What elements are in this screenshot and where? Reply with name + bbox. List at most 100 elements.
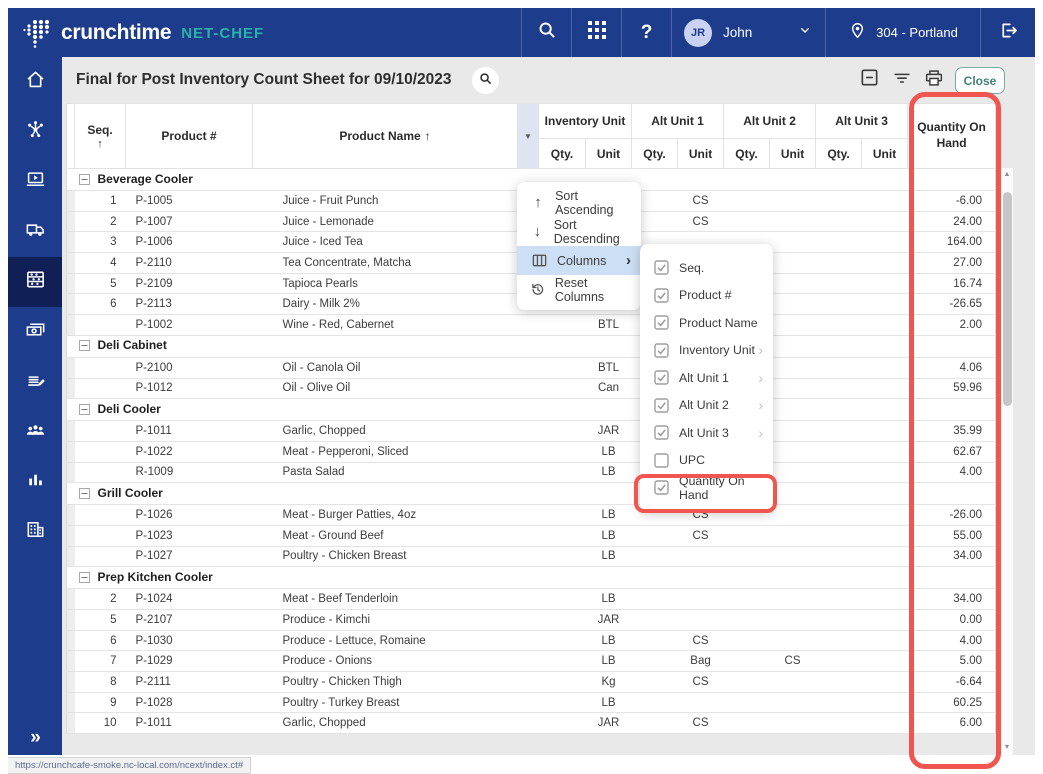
table-row[interactable]: R-1009Pasta SaladLB4.00 — [67, 462, 996, 483]
sidebar-item-cash-management[interactable] — [8, 307, 62, 357]
submenu-item-alt-unit-2[interactable]: Alt Unit 2› — [640, 392, 773, 420]
location-selector[interactable]: 304 - Portland — [825, 8, 980, 57]
subheader-alt1-qty[interactable]: Qty. — [632, 139, 678, 169]
group-row[interactable]: Deli Cabinet — [67, 335, 996, 357]
checkbox-unchecked-icon[interactable] — [654, 453, 669, 468]
collapse-group-icon[interactable] — [79, 572, 90, 586]
collapse-group-icon[interactable] — [79, 340, 90, 354]
menu-item-columns[interactable]: Columns› — [517, 246, 641, 275]
checkbox-checked-icon[interactable] — [654, 288, 669, 303]
print-button[interactable] — [922, 68, 946, 92]
column-header-quantity-on-hand[interactable]: Quantity On Hand — [908, 104, 996, 169]
table-row[interactable]: P-1026Meat - Burger Patties, 4ozLBCS-26.… — [67, 505, 996, 526]
checkbox-checked-icon[interactable] — [654, 480, 669, 495]
subheader-alt3-unit[interactable]: Unit — [862, 139, 908, 169]
apps-grid-icon — [587, 20, 607, 45]
table-row[interactable]: 5P-2107Produce - KimchiJAR0.00 — [67, 610, 996, 631]
checkbox-checked-icon[interactable] — [654, 260, 669, 275]
column-header-alt-unit-3[interactable]: Alt Unit 3 — [816, 104, 908, 139]
menu-item-reset-columns[interactable]: Reset Columns — [517, 275, 641, 304]
group-row[interactable]: Grill Cooler — [67, 483, 996, 505]
subheader-alt2-qty[interactable]: Qty. — [724, 139, 770, 169]
inv-qty-cell — [539, 651, 586, 672]
submenu-item-seq[interactable]: Seq. — [640, 254, 773, 282]
product-name-cell: Juice - Iced Tea — [253, 232, 518, 253]
table-row[interactable]: 9P-1028Poultry - Turkey BreastLB60.25 — [67, 692, 996, 713]
sidebar-item-food-menu[interactable] — [8, 357, 62, 407]
user-menu[interactable]: JR John — [671, 8, 825, 57]
table-row[interactable]: 6P-1030Produce - Lettuce, RomaineLBCS4.0… — [67, 630, 996, 651]
vertical-scrollbar[interactable]: ▲ ▾ — [999, 168, 1013, 756]
submenu-item-upc[interactable]: UPC — [640, 447, 773, 475]
checkbox-checked-icon[interactable] — [654, 315, 669, 330]
scroll-down-icon[interactable]: ▾ — [1000, 742, 1014, 751]
sidebar-item-e-learning[interactable] — [8, 157, 62, 207]
column-header-alt-unit-1[interactable]: Alt Unit 1 — [632, 104, 724, 139]
qoh-cell: 27.00 — [908, 253, 996, 274]
collapse-group-icon[interactable] — [79, 174, 90, 188]
close-button[interactable]: Close — [955, 67, 1005, 94]
table-row[interactable]: P-1027Poultry - Chicken BreastLB34.00 — [67, 546, 996, 567]
submenu-item-quantity-on-hand[interactable]: Quantity On Hand — [640, 474, 773, 502]
apps-grid-button[interactable] — [571, 8, 621, 57]
table-row[interactable]: P-1023Meat - Ground BeefLBCS55.00 — [67, 525, 996, 546]
checkbox-checked-icon[interactable] — [654, 398, 669, 413]
collapse-group-icon[interactable] — [79, 488, 90, 502]
filter-button[interactable] — [890, 68, 914, 92]
column-header-alt-unit-2[interactable]: Alt Unit 2 — [724, 104, 816, 139]
global-search-button[interactable] — [521, 8, 571, 57]
sidebar-item-reports-chart[interactable] — [8, 457, 62, 507]
checkbox-checked-icon[interactable] — [654, 425, 669, 440]
column-header-seq[interactable]: Seq. ↑ — [75, 104, 126, 169]
top-navigation-bar: crunchtime NET-CHEF ? JR John — [8, 8, 1035, 57]
table-row[interactable]: P-1022Meat - Pepperoni, SlicedLB62.67 — [67, 441, 996, 462]
table-row[interactable]: 10P-1011Garlic, ChoppedJARCS6.00 — [67, 713, 996, 734]
column-header-inventory-unit[interactable]: Inventory Unit — [539, 104, 632, 139]
table-row[interactable]: P-1011Garlic, ChoppedJAR35.99 — [67, 421, 996, 442]
submenu-item-inventory-unit[interactable]: Inventory Unit› — [640, 337, 773, 365]
sidebar-expand-button[interactable]: » — [8, 727, 62, 749]
sheet-search-button[interactable] — [472, 67, 499, 94]
alt2-unit-cell — [770, 232, 816, 253]
group-row[interactable]: Deli Cooler — [67, 399, 996, 421]
product-name-cell: Meat - Ground Beef — [253, 525, 518, 546]
table-row[interactable]: 2P-1024Meat - Beef TenderloinLB34.00 — [67, 589, 996, 610]
sidebar-item-home[interactable] — [8, 57, 62, 107]
help-button[interactable]: ? — [621, 8, 671, 57]
submenu-item-alt-unit-1[interactable]: Alt Unit 1› — [640, 364, 773, 392]
subheader-inv-qty[interactable]: Qty. — [539, 139, 586, 169]
submenu-item-alt-unit-3[interactable]: Alt Unit 3› — [640, 419, 773, 447]
subheader-alt1-unit[interactable]: Unit — [678, 139, 724, 169]
table-row[interactable]: P-1012Oil - Olive OilCan59.96 — [67, 378, 996, 399]
submenu-item-product[interactable]: Product # — [640, 282, 773, 310]
alt1-qty-cell — [632, 630, 678, 651]
cash-management-icon — [24, 318, 47, 346]
table-row[interactable]: P-1002Wine - Red, CabernetBTL2.00 — [67, 315, 996, 336]
column-header-product-number[interactable]: Product # — [126, 104, 253, 169]
sidebar-item-workflow-hub[interactable] — [8, 107, 62, 157]
sidebar-item-company-building[interactable] — [8, 507, 62, 557]
scroll-up-icon[interactable]: ▲ — [1000, 171, 1014, 178]
group-row[interactable]: Prep Kitchen Cooler — [67, 567, 996, 589]
collapse-group-icon[interactable] — [79, 404, 90, 418]
subheader-alt2-unit[interactable]: Unit — [770, 139, 816, 169]
inv-unit-cell: BTL — [586, 315, 632, 336]
menu-item-sort-descending[interactable]: ↓Sort Descending — [517, 217, 641, 246]
column-header-product-name[interactable]: Product Name↑ — [253, 104, 518, 169]
column-menu-button[interactable]: ▼ — [518, 104, 539, 169]
sidebar-item-inventory-count[interactable] — [8, 257, 62, 307]
sidebar-item-labor-staff[interactable] — [8, 407, 62, 457]
scrollbar-thumb[interactable] — [1003, 192, 1012, 406]
logout-button[interactable] — [980, 8, 1035, 57]
subheader-inv-unit[interactable]: Unit — [586, 139, 632, 169]
table-row[interactable]: P-2100Oil - Canola OilBTL4.06 — [67, 357, 996, 378]
collapse-all-button[interactable] — [857, 68, 881, 92]
sidebar-item-supply-truck[interactable] — [8, 207, 62, 257]
table-row[interactable]: 7P-1029Produce - OnionsLBBagCS5.00 — [67, 651, 996, 672]
table-row[interactable]: 8P-2111Poultry - Chicken ThighKgCS-6.64 — [67, 672, 996, 693]
subheader-alt3-qty[interactable]: Qty. — [816, 139, 862, 169]
submenu-item-product-name[interactable]: Product Name — [640, 309, 773, 337]
menu-item-sort-ascending[interactable]: ↑Sort Ascending — [517, 188, 641, 217]
checkbox-checked-icon[interactable] — [654, 370, 669, 385]
checkbox-checked-icon[interactable] — [654, 343, 669, 358]
